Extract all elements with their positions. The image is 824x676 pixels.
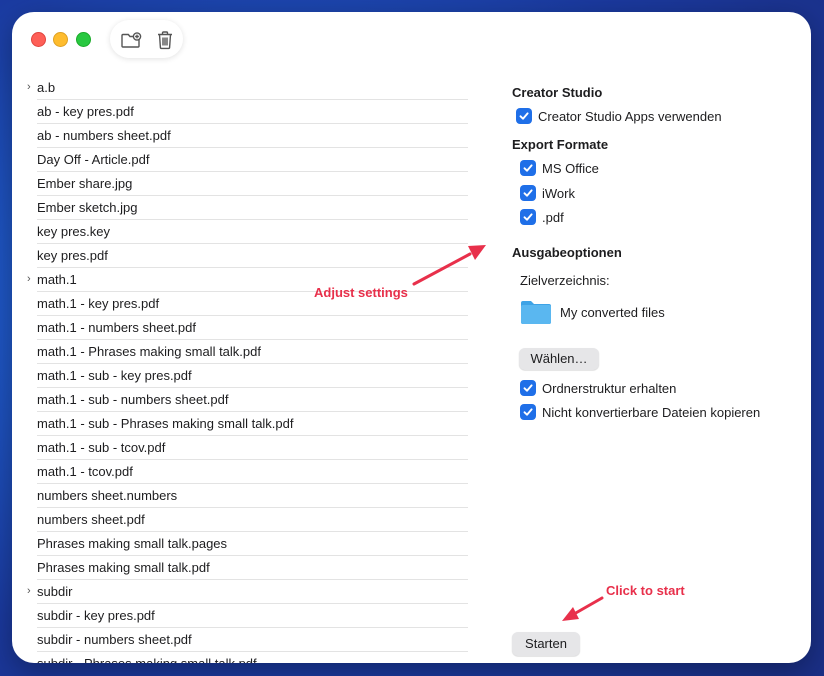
file-name: subdir — [37, 584, 73, 599]
copy-unconvertible-checkbox[interactable]: Nicht konvertierbare Dateien kopieren — [520, 403, 760, 421]
adjust-settings-annotation: Adjust settings — [314, 285, 408, 300]
folder-row[interactable]: › subdir — [27, 580, 468, 604]
click-to-start-annotation: Click to start — [606, 583, 685, 598]
file-row[interactable]: math.1 - sub - key pres.pdf — [37, 364, 468, 388]
file-name: math.1 - sub - numbers sheet.pdf — [37, 392, 229, 407]
creator-studio-apps-checkbox[interactable]: Creator Studio Apps verwenden — [516, 107, 722, 125]
file-row[interactable]: subdir - Phrases making small talk.pdf — [37, 652, 468, 663]
close-window-button[interactable] — [31, 32, 46, 47]
chevron-right-icon[interactable]: › — [27, 268, 31, 291]
file-name: subdir - numbers sheet.pdf — [37, 632, 192, 647]
format-ms-office-label: MS Office — [542, 160, 599, 176]
file-row[interactable]: subdir - numbers sheet.pdf — [37, 628, 468, 652]
file-name: math.1 — [37, 272, 77, 287]
minimize-window-button[interactable] — [53, 32, 68, 47]
chevron-right-icon[interactable]: › — [27, 580, 31, 603]
chevron-right-icon[interactable]: › — [27, 76, 31, 99]
file-row[interactable]: key pres.key — [37, 220, 468, 244]
keep-structure-checkbox[interactable]: Ordnerstruktur erhalten — [520, 379, 676, 397]
trash-icon[interactable] — [154, 29, 176, 51]
creator-studio-title: Creator Studio — [512, 85, 603, 100]
file-name: math.1 - sub - key pres.pdf — [37, 368, 192, 383]
format-iwork-label: iWork — [542, 185, 575, 201]
start-button[interactable]: Starten — [512, 632, 580, 656]
file-row[interactable]: Phrases making small talk.pages — [37, 532, 468, 556]
checkbox-checked-icon — [520, 404, 536, 420]
file-name: math.1 - Phrases making small talk.pdf — [37, 344, 261, 359]
file-row[interactable]: math.1 - Phrases making small talk.pdf — [37, 340, 468, 364]
file-row[interactable]: numbers sheet.numbers — [37, 484, 468, 508]
folder-icon[interactable] — [520, 298, 552, 326]
copy-unconvertible-label: Nicht konvertierbare Dateien kopieren — [542, 404, 761, 420]
creator-studio-apps-label: Creator Studio Apps verwenden — [538, 108, 722, 124]
target-directory-label: Zielverzeichnis: — [520, 273, 610, 288]
format-ms-office-checkbox[interactable]: MS Office — [520, 159, 599, 177]
file-row[interactable]: key pres.pdf — [37, 244, 468, 268]
format-pdf-checkbox[interactable]: .pdf — [520, 208, 564, 226]
output-options-title: Ausgabeoptionen — [512, 245, 622, 260]
export-formats-title: Export Formate — [512, 137, 609, 152]
file-name: key pres.key — [37, 224, 110, 239]
file-name: Day Off - Article.pdf — [37, 152, 150, 167]
file-name: numbers sheet.numbers — [37, 488, 178, 503]
file-name: numbers sheet.pdf — [37, 512, 145, 527]
target-folder-name: My converted files — [560, 305, 665, 320]
keep-structure-label: Ordnerstruktur erhalten — [542, 380, 677, 396]
checkbox-checked-icon — [520, 380, 536, 396]
folder-plus-icon[interactable] — [120, 29, 142, 51]
file-name: key pres.pdf — [37, 248, 108, 263]
file-name: math.1 - numbers sheet.pdf — [37, 320, 196, 335]
checkbox-checked-icon — [520, 209, 536, 225]
file-name: subdir - Phrases making small talk.pdf — [37, 652, 257, 663]
file-name: a.b — [37, 80, 56, 95]
choose-folder-button[interactable]: Wählen… — [519, 348, 599, 370]
file-row[interactable]: Ember share.jpg — [37, 172, 468, 196]
file-row[interactable]: math.1 - tcov.pdf — [37, 460, 468, 484]
file-row[interactable]: math.1 - sub - numbers sheet.pdf — [37, 388, 468, 412]
folder-row[interactable]: › a.b — [27, 76, 468, 100]
file-list[interactable]: › a.b ab - key pres.pdf ab - numbers sheet.… — [12, 76, 472, 663]
file-row[interactable]: subdir - key pres.pdf — [37, 604, 468, 628]
file-name: math.1 - tcov.pdf — [37, 464, 133, 479]
file-name: Phrases making small talk.pages — [37, 536, 228, 551]
zoom-window-button[interactable] — [76, 32, 91, 47]
file-row[interactable]: math.1 - sub - tcov.pdf — [37, 436, 468, 460]
file-row[interactable]: Day Off - Article.pdf — [37, 148, 468, 172]
file-row[interactable]: ab - numbers sheet.pdf — [37, 124, 468, 148]
file-name: math.1 - sub - tcov.pdf — [37, 440, 166, 455]
file-name: Ember share.jpg — [37, 176, 133, 191]
file-row[interactable]: Phrases making small talk.pdf — [37, 556, 468, 580]
file-name: subdir - key pres.pdf — [37, 608, 155, 623]
file-name: ab - numbers sheet.pdf — [37, 128, 171, 143]
app-window: › a.b ab - key pres.pdf ab - numbers sheet.… — [12, 12, 811, 663]
file-name: ab - key pres.pdf — [37, 104, 134, 119]
file-row[interactable]: Ember sketch.jpg — [37, 196, 468, 220]
toolbar — [110, 20, 183, 58]
file-name: Ember sketch.jpg — [37, 200, 138, 215]
checkbox-checked-icon — [520, 185, 536, 201]
format-pdf-label: .pdf — [542, 209, 564, 225]
file-name: Phrases making small talk.pdf — [37, 560, 210, 575]
checkbox-checked-icon — [516, 108, 532, 124]
file-row[interactable]: ab - key pres.pdf — [37, 100, 468, 124]
file-row[interactable]: math.1 - numbers sheet.pdf — [37, 316, 468, 340]
file-name: math.1 - sub - Phrases making small talk… — [37, 416, 294, 431]
file-row[interactable]: math.1 - sub - Phrases making small talk… — [37, 412, 468, 436]
format-iwork-checkbox[interactable]: iWork — [520, 184, 575, 202]
file-name: math.1 - key pres.pdf — [37, 296, 160, 311]
checkbox-checked-icon — [520, 160, 536, 176]
file-row[interactable]: numbers sheet.pdf — [37, 508, 468, 532]
